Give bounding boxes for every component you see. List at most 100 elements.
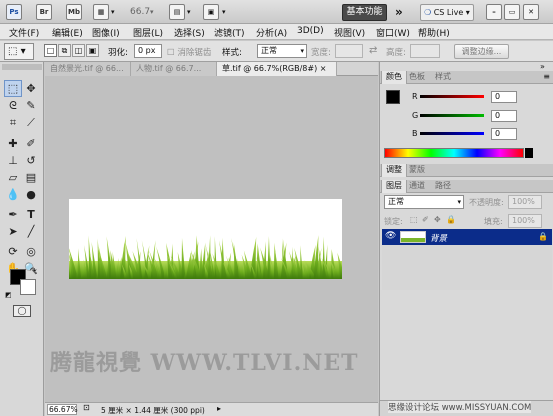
b-slider[interactable] — [420, 132, 484, 135]
workspace-switcher-button[interactable]: 基本功能 — [342, 4, 387, 21]
default-colors-icon[interactable]: ◩ — [5, 291, 12, 299]
crop-tool-icon[interactable]: ⌗ — [4, 114, 22, 131]
rect-marquee-icon[interactable]: ⬚ — [4, 80, 22, 97]
panel-foreground-swatch[interactable] — [386, 90, 400, 104]
move-tool-icon[interactable]: ✥ — [22, 80, 40, 97]
arrange-documents-icon[interactable]: ▤ — [169, 4, 185, 20]
lock-transparent-icon[interactable]: ⬚ — [410, 215, 418, 224]
blur-tool-icon[interactable]: 💧 — [4, 186, 22, 203]
tab-ziran-jingguang[interactable]: 自然景光.tif @ 66... — [45, 62, 131, 76]
status-preview-icon[interactable]: ⊡ — [83, 403, 90, 412]
intersect-selection-icon[interactable]: ▣ — [86, 44, 99, 57]
r-slider[interactable] — [420, 95, 484, 98]
tab-layers[interactable]: 图层 — [381, 180, 407, 193]
menu-edit[interactable]: 编辑(E) — [52, 26, 83, 39]
close-icon[interactable]: ✕ — [523, 4, 539, 20]
tab-swatches[interactable]: 色板 — [405, 71, 429, 84]
color-panel-menu-icon[interactable]: ≡ — [543, 72, 550, 81]
menu-window[interactable]: 窗口(W) — [376, 26, 410, 39]
menu-select[interactable]: 选择(S) — [174, 26, 205, 39]
tab-styles[interactable]: 样式 — [431, 71, 455, 84]
visibility-eye-icon[interactable]: 👁 — [385, 231, 396, 241]
healing-brush-icon[interactable]: ✚ — [4, 135, 22, 152]
menu-filter[interactable]: 滤镜(T) — [214, 26, 245, 39]
path-select-icon[interactable]: ➤ — [4, 223, 22, 240]
tab-channels[interactable]: 通道 — [405, 180, 429, 193]
tab-masks[interactable]: 蒙版 — [405, 164, 429, 177]
menu-view[interactable]: 视图(V) — [334, 26, 365, 39]
type-tool-icon[interactable]: T — [22, 206, 40, 223]
gradient-tool-icon[interactable]: ▤ — [22, 169, 40, 186]
lock-all-icon[interactable]: 🔒 — [446, 215, 456, 224]
collapse-panels-icon[interactable]: » — [540, 62, 545, 71]
tab-cao[interactable]: 草.tif @ 66.7%(RGB/8#) × — [217, 62, 337, 76]
g-slider[interactable] — [420, 114, 484, 117]
brush-tool-icon[interactable]: ✐ — [22, 135, 40, 152]
3d-rotate-icon[interactable]: ⟳ — [4, 243, 22, 260]
new-selection-icon[interactable]: □ — [44, 44, 57, 57]
refine-edge-button[interactable]: 调整边缘... — [454, 44, 509, 59]
toolbox-grip[interactable] — [2, 64, 42, 70]
quick-select-icon[interactable]: ✎ — [22, 97, 40, 114]
fill-input[interactable]: 100% — [508, 214, 542, 228]
document-canvas[interactable] — [69, 199, 342, 279]
close-tab-icon[interactable]: × — [320, 64, 327, 73]
spectrum-black[interactable] — [525, 148, 533, 158]
line-tool-icon[interactable]: ╱ — [22, 223, 40, 240]
tab-paths[interactable]: 路径 — [431, 180, 455, 193]
restore-icon[interactable]: ▭ — [504, 4, 520, 20]
arrange-chevron-icon[interactable]: ▾ — [187, 8, 191, 16]
status-info-arrow-icon[interactable]: ▸ — [217, 404, 221, 413]
lasso-tool-icon[interactable]: ᘓ — [4, 97, 22, 114]
menu-3d[interactable]: 3D(D) — [297, 26, 324, 36]
opacity-input[interactable]: 100% — [508, 195, 542, 209]
b-input[interactable]: 0 — [491, 128, 517, 140]
tab-renwu[interactable]: 人物.tif @ 66.7... — [131, 62, 217, 76]
screen-mode-chevron-icon[interactable]: ▾ — [222, 8, 226, 16]
layer-row-background[interactable]: 👁 背景 🔒 — [382, 229, 552, 245]
add-selection-icon[interactable]: ⧉ — [58, 44, 71, 57]
subtract-selection-icon[interactable]: ◫ — [72, 44, 85, 57]
width-input[interactable] — [335, 44, 363, 58]
lock-position-icon[interactable]: ✥ — [434, 215, 441, 224]
menu-help[interactable]: 帮助(H) — [418, 26, 450, 39]
menu-layer[interactable]: 图层(L) — [133, 26, 163, 39]
swap-dimensions-icon[interactable]: ⇄ — [369, 45, 377, 56]
clone-stamp-icon[interactable]: ⊥ — [4, 152, 22, 169]
feather-input[interactable]: 0 px — [134, 44, 162, 58]
tab-color[interactable]: 颜色 — [381, 71, 407, 84]
zoom-chevron-icon[interactable]: ▾ — [150, 8, 154, 16]
r-input[interactable]: 0 — [491, 91, 517, 103]
zoom-level[interactable]: 66.7 — [130, 7, 150, 17]
more-workspaces-icon[interactable]: » — [395, 5, 403, 19]
menu-analysis[interactable]: 分析(A) — [256, 26, 287, 39]
swap-colors-icon[interactable]: ↷ — [30, 266, 37, 275]
background-color-swatch[interactable] — [20, 279, 36, 295]
blend-mode-select[interactable]: 正常 ▾ — [384, 195, 464, 209]
mini-bridge-icon[interactable]: Mb — [66, 4, 82, 20]
eyedropper-icon[interactable]: ⟋ — [22, 114, 40, 131]
3d-orbit-icon[interactable]: ◎ — [22, 243, 40, 260]
view-extras-chevron-icon[interactable]: ▾ — [111, 8, 115, 16]
screen-mode-icon[interactable]: ▣ — [203, 4, 219, 20]
pen-tool-icon[interactable]: ✒ — [4, 206, 22, 223]
antialias-checkbox[interactable]: ☐ 消除锯齿 — [167, 46, 211, 58]
color-spectrum-ramp[interactable] — [384, 148, 524, 158]
dodge-tool-icon[interactable]: ● — [22, 186, 40, 203]
eraser-tool-icon[interactable]: ▱ — [4, 169, 22, 186]
menu-file[interactable]: 文件(F) — [9, 26, 39, 39]
status-zoom-field[interactable]: 66.67% — [47, 404, 78, 415]
tab-adjustments[interactable]: 调整 — [381, 164, 407, 177]
menu-image[interactable]: 图像(I) — [92, 26, 120, 39]
height-input[interactable] — [410, 44, 440, 58]
lock-image-icon[interactable]: ✐ — [422, 215, 429, 224]
bridge-icon[interactable]: Br — [36, 4, 52, 20]
g-input[interactable]: 0 — [491, 110, 517, 122]
minimize-icon[interactable]: – — [486, 4, 502, 20]
style-select[interactable]: 正常 ▾ — [257, 44, 307, 58]
view-extras-icon[interactable]: ▦ — [93, 4, 109, 20]
tool-preset-picker[interactable]: ⬚ ▾ — [4, 43, 34, 60]
layer-name[interactable]: 背景 — [430, 232, 447, 244]
history-brush-icon[interactable]: ↺ — [22, 152, 40, 169]
quick-mask-icon[interactable]: ◯ — [13, 305, 31, 317]
